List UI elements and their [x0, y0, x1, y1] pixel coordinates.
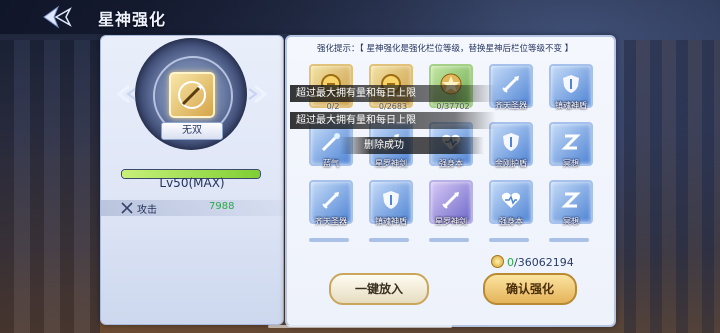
heart-icon — [501, 192, 521, 208]
sword-icon — [178, 81, 206, 109]
material-label: 星罗神剑 — [375, 159, 407, 168]
background-buildings-right — [624, 40, 720, 333]
material-label: 镇魂神盾 — [375, 217, 407, 226]
page-title: 星神强化 — [98, 10, 167, 29]
sword-icon — [502, 76, 519, 93]
z-icon — [561, 192, 581, 208]
material-label: 强身本 — [499, 217, 523, 226]
coin-have: 0 — [507, 256, 514, 269]
material-slot[interactable]: 镇魂神盾 — [369, 180, 413, 226]
auto-fill-button[interactable]: 一键放入 — [329, 273, 429, 305]
material-slot-partial — [429, 238, 469, 242]
material-label: 强身本 — [439, 159, 463, 168]
background-buildings-left — [0, 40, 100, 333]
material-label: 冥想 — [563, 159, 579, 168]
toast-message: 删除成功 — [340, 137, 484, 154]
star-god-card: 无双 Lv50(MAX) 攻击 7988 — [100, 35, 284, 325]
material-slot-partial — [489, 238, 529, 242]
material-label: 冥想 — [563, 217, 579, 226]
top-bar: 星神强化 — [0, 0, 720, 34]
material-slot-partial — [549, 238, 589, 242]
toast-message: 超过最大拥有量和每日上限 — [290, 112, 496, 129]
material-label: 蓝气 — [323, 159, 339, 168]
shield-icon — [383, 191, 399, 209]
material-slot[interactable]: 冥想 — [549, 180, 593, 226]
material-slot[interactable]: 星罗神剑 — [429, 180, 473, 226]
material-slot-partial — [309, 238, 349, 242]
material-count: 0/2 — [326, 102, 340, 111]
prev-arrow-icon[interactable] — [115, 83, 137, 105]
material-slot[interactable]: 强身本 — [489, 180, 533, 226]
item-name: 无双 — [161, 122, 223, 140]
material-count: 0/2683 — [378, 102, 408, 111]
star-god-icon[interactable] — [169, 72, 215, 118]
crossed-swords-icon — [121, 202, 133, 214]
level-text: Lv50(MAX) — [159, 176, 225, 190]
next-arrow-icon[interactable] — [247, 83, 269, 105]
toast-message: 超过最大拥有量和每日上限 — [290, 85, 496, 102]
home-indicator[interactable] — [268, 325, 452, 328]
stat-row-attack: 攻击 7988 — [101, 200, 283, 216]
shield-icon — [503, 133, 519, 151]
material-slot[interactable]: 齐天圣器 — [309, 180, 353, 226]
material-panel: 强化提示：【 星神强化是强化栏位等级，替换星神后栏位等级不变 】 0/2 0/26… — [285, 35, 616, 327]
enhance-hint: 强化提示：【 星神强化是强化栏位等级，替换星神后栏位等级不变 】 — [317, 44, 574, 54]
material-count: 0/37702 — [436, 102, 470, 111]
sword-icon — [322, 192, 339, 209]
material-label: 星罗神剑 — [435, 217, 467, 226]
coin-need: /36062194 — [514, 256, 574, 269]
back-button[interactable] — [40, 4, 74, 30]
material-label: 镇魂神盾 — [555, 101, 587, 110]
coin-cost: 0/36062194 — [491, 255, 574, 269]
z-icon — [561, 134, 581, 150]
material-label: 齐天圣器 — [315, 217, 347, 226]
material-slot[interactable]: 冥想 — [549, 122, 593, 168]
confirm-enhance-button[interactable]: 确认强化 — [483, 273, 577, 305]
back-arrow-icon — [43, 5, 72, 29]
stat-value: 7988 — [209, 201, 235, 212]
shield-icon — [563, 75, 579, 93]
stat-label: 攻击 — [137, 205, 157, 216]
sword-icon — [442, 192, 459, 209]
coin-icon — [491, 255, 504, 268]
material-slot[interactable]: 镇魂神盾 — [549, 64, 593, 110]
material-slot-partial — [369, 238, 409, 242]
material-label: 金刚护盾 — [495, 159, 527, 168]
